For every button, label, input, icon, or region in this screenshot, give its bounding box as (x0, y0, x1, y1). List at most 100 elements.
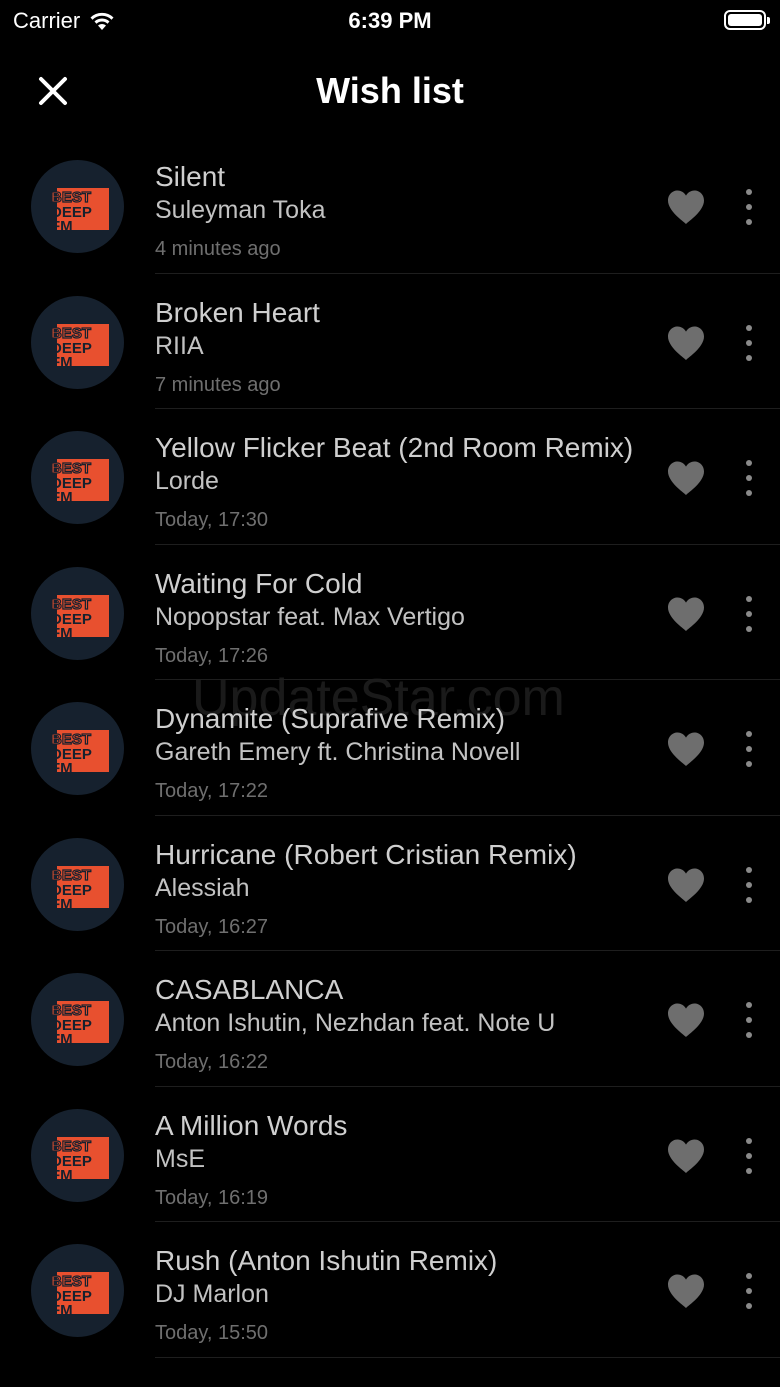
best-deep-fm-logo: BEST DEEP FM (50, 1001, 109, 1048)
more-options-button[interactable] (736, 728, 762, 770)
wish-list: BEST DEEP FM Silent Suleyman Toka 4 minu… (0, 138, 780, 1358)
page-title: Wish list (316, 70, 464, 111)
station-logo: BEST DEEP FM (31, 431, 124, 524)
track-row[interactable]: BEST DEEP FM Yellow Flicker Beat (2nd Ro… (0, 409, 780, 545)
track-title: Dynamite (Suprafive Remix) (155, 703, 506, 734)
svg-text:FM: FM (51, 489, 73, 506)
station-logo: BEST DEEP FM (31, 566, 124, 660)
more-options-button[interactable] (736, 322, 762, 364)
track-artist: Alessiah (155, 873, 250, 902)
best-deep-fm-logo: BEST DEEP FM (50, 730, 109, 777)
svg-text:FM: FM (51, 1031, 73, 1048)
more-vertical-icon (746, 324, 752, 361)
favorite-button[interactable] (665, 866, 707, 904)
track-row[interactable]: BEST DEEP FM Hurricane (Robert Cristian … (0, 816, 780, 951)
best-deep-fm-logo: BEST DEEP FM (50, 1272, 109, 1319)
more-options-button[interactable] (736, 593, 762, 635)
track-row[interactable]: BEST DEEP FM Waiting For Cold Nopopstar … (0, 545, 780, 680)
heart-icon (668, 597, 704, 631)
favorite-button[interactable] (665, 1137, 707, 1175)
heart-icon (668, 1139, 704, 1173)
heart-icon (668, 732, 704, 766)
svg-text:FM: FM (51, 625, 73, 642)
favorite-button[interactable] (665, 1272, 707, 1310)
track-title: Waiting For Cold (155, 567, 363, 599)
station-logo: BEST DEEP FM (31, 160, 124, 253)
track-artist: Nopopstar feat. Max Vertigo (155, 602, 465, 631)
track-artist: RIIA (155, 331, 204, 360)
favorite-button[interactable] (665, 188, 707, 226)
more-options-button[interactable] (736, 864, 762, 906)
more-options-button[interactable] (736, 1135, 762, 1177)
track-time: Today, 16:27 (155, 915, 269, 938)
best-deep-fm-logo: BEST DEEP FM (50, 594, 109, 642)
station-logo: BEST DEEP FM (31, 1108, 124, 1202)
track-time: 4 minutes ago (155, 238, 281, 260)
track-row[interactable]: BEST DEEP FM CASABLANCA Anton Ishutin, N… (0, 951, 780, 1087)
favorite-button[interactable] (665, 459, 707, 497)
heart-icon (668, 461, 704, 495)
track-artist: Anton Ishutin, Nezhdan feat. Note U (155, 1009, 556, 1037)
track-artist: Lorde (155, 467, 219, 495)
svg-text:FM: FM (51, 760, 73, 777)
battery-icon (724, 10, 770, 30)
track-time: Today, 16:22 (155, 1051, 269, 1073)
track-time: Today, 15:50 (155, 1322, 269, 1344)
svg-text:FM: FM (51, 1302, 73, 1319)
favorite-button[interactable] (665, 324, 707, 362)
best-deep-fm-logo: BEST DEEP FM (50, 188, 109, 235)
more-vertical-icon (746, 1002, 752, 1038)
track-artist: Gareth Emery ft. Christina Novell (155, 738, 521, 766)
row-divider (155, 1356, 780, 1358)
track-title: A Million Words (155, 1109, 348, 1141)
more-options-button[interactable] (736, 1270, 762, 1312)
track-time: Today, 17:26 (155, 644, 269, 667)
more-options-button[interactable] (736, 457, 762, 499)
heart-icon (668, 1274, 704, 1308)
track-row[interactable]: BEST DEEP FM Dynamite (Suprafive Remix) … (0, 680, 780, 816)
heart-icon (668, 190, 704, 224)
station-logo: BEST DEEP FM (31, 295, 124, 389)
best-deep-fm-logo: BEST DEEP FM (50, 459, 109, 506)
track-title: Rush (Anton Ishutin Remix) (155, 1245, 498, 1276)
track-title: Yellow Flicker Beat (2nd Room Remix) (155, 432, 634, 463)
track-time: Today, 17:30 (155, 509, 269, 531)
track-row[interactable]: BEST DEEP FM A Million Words MsE Today, … (0, 1087, 780, 1222)
track-title: Hurricane (Robert Cristian Remix) (155, 838, 577, 870)
more-options-button[interactable] (736, 186, 762, 228)
more-vertical-icon (746, 460, 752, 496)
more-options-button[interactable] (736, 999, 762, 1041)
track-artist: DJ Marlon (155, 1280, 269, 1308)
favorite-button[interactable] (665, 595, 707, 633)
status-bar: Carrier 6:39 PM (0, 0, 780, 40)
more-vertical-icon (746, 595, 752, 632)
more-vertical-icon (746, 1137, 752, 1174)
heart-icon (668, 326, 704, 360)
station-logo: BEST DEEP FM (31, 837, 124, 931)
heart-icon (668, 1003, 704, 1037)
track-row[interactable]: BEST DEEP FM Rush (Anton Ishutin Remix) … (0, 1222, 780, 1358)
track-artist: Suleyman Toka (155, 196, 326, 224)
svg-text:FM: FM (51, 354, 73, 371)
svg-text:FM: FM (51, 1167, 73, 1184)
track-title: CASABLANCA (155, 974, 344, 1005)
heart-icon (668, 868, 704, 902)
more-vertical-icon (746, 866, 752, 903)
best-deep-fm-logo: BEST DEEP FM (50, 1136, 109, 1184)
station-logo: BEST DEEP FM (31, 702, 124, 795)
track-title: Broken Heart (155, 296, 320, 328)
more-vertical-icon (746, 189, 752, 225)
track-row[interactable]: BEST DEEP FM Silent Suleyman Toka 4 minu… (0, 138, 780, 274)
track-time: Today, 17:22 (155, 780, 269, 802)
best-deep-fm-logo: BEST DEEP FM (50, 865, 109, 913)
station-logo: BEST DEEP FM (31, 973, 124, 1066)
favorite-button[interactable] (665, 1001, 707, 1039)
track-title: Silent (155, 161, 226, 192)
track-row[interactable]: BEST DEEP FM Broken Heart RIIA 7 minutes… (0, 274, 780, 409)
more-vertical-icon (746, 731, 752, 767)
favorite-button[interactable] (665, 730, 707, 768)
navigation-bar: Wish list (0, 50, 780, 130)
track-artist: MsE (155, 1144, 205, 1173)
more-vertical-icon (746, 1273, 752, 1309)
svg-text:FM: FM (51, 218, 73, 235)
